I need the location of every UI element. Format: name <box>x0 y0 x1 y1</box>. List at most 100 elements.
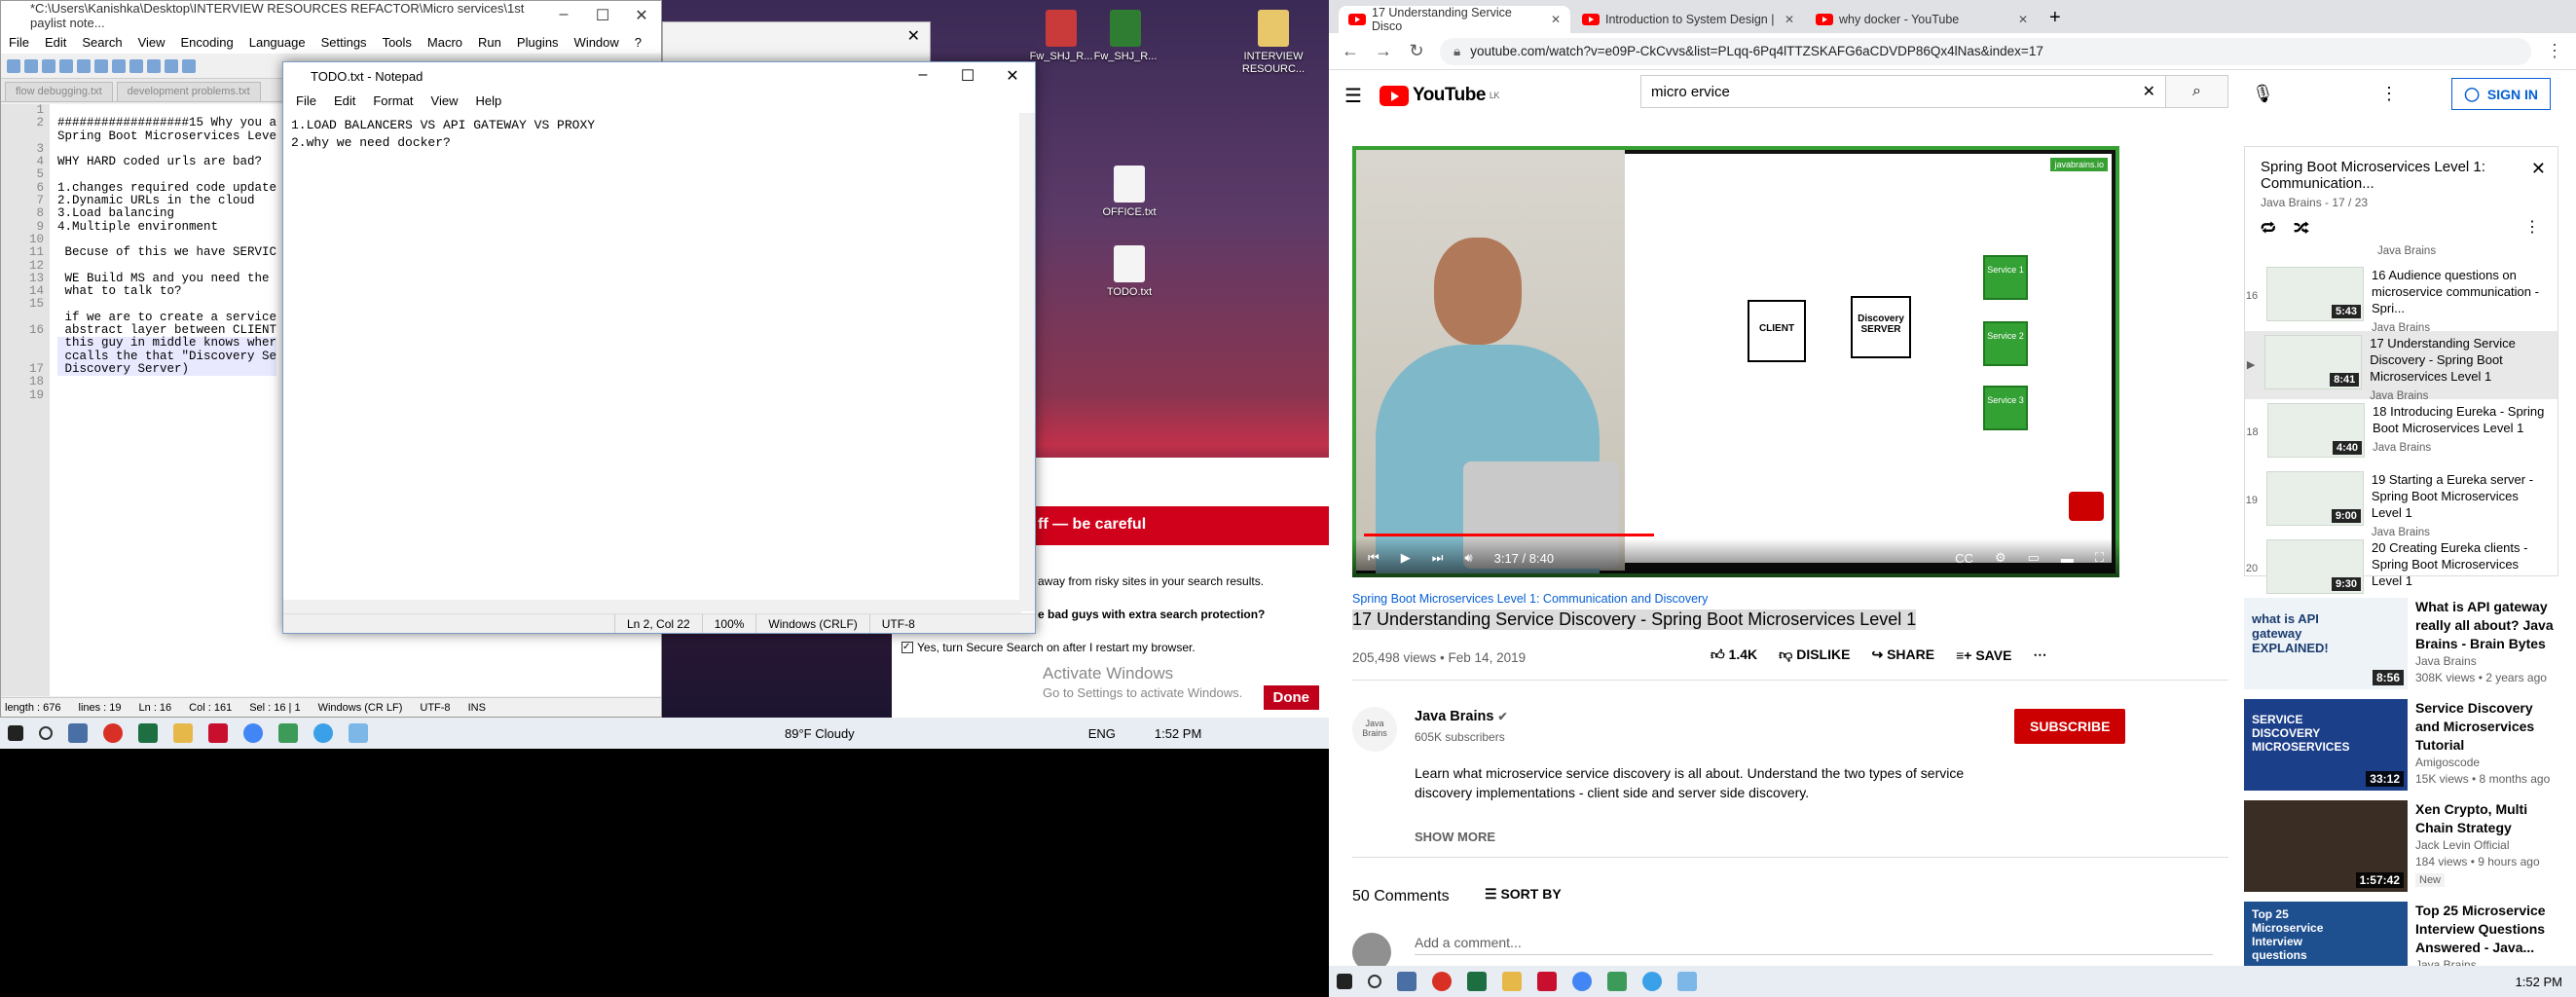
recommended-video[interactable]: SERVICE DISCOVERY MICROSERVICES 33:12 Se… <box>2244 699 2558 791</box>
playlist-title[interactable]: Spring Boot Microservices Level 1: Commu… <box>2261 159 2523 192</box>
new-file-icon[interactable] <box>7 58 20 73</box>
playlist-kebab-icon[interactable]: ⋮ <box>2524 217 2540 240</box>
playlist-link[interactable]: Spring Boot Microservices Level 1: Commu… <box>1352 592 1708 606</box>
close-playlist-icon[interactable]: ✕ <box>2531 159 2546 179</box>
forward-icon[interactable]: → <box>1374 41 1393 61</box>
desktop-icon-interview[interactable]: INTERVIEW RESOURC... <box>1234 10 1312 76</box>
theater-mode-icon[interactable]: ▬ <box>2061 551 2074 566</box>
notepad-taskbar-icon[interactable] <box>1677 972 1697 991</box>
clock[interactable]: 1:52 PM <box>2516 975 2562 989</box>
menu-help[interactable]: ? <box>627 35 649 50</box>
like-button[interactable]: 👍︎ 1.4K <box>1711 646 1757 663</box>
menu-settings[interactable]: Settings <box>313 35 375 50</box>
redo-icon[interactable] <box>182 58 196 73</box>
cut-icon[interactable] <box>112 58 126 73</box>
notepad-text-area[interactable]: 1.LOAD BALANCERS VS API GATEWAY VS PROXY… <box>285 113 1019 600</box>
fullscreen-icon[interactable]: ⛶ <box>2095 550 2104 566</box>
playlist-item[interactable]: 20 9:30 20 Creating Eureka clients - Spr… <box>2245 535 2558 604</box>
menu-tools[interactable]: Tools <box>375 35 420 50</box>
chrome-icon[interactable] <box>243 723 263 743</box>
opera-icon[interactable] <box>1432 972 1452 991</box>
back-icon[interactable]: ← <box>1341 41 1360 61</box>
playlist-item[interactable]: 16 5:43 16 Audience questions on microse… <box>2245 263 2558 334</box>
share-button[interactable]: ↪ SHARE <box>1871 646 1934 663</box>
menu-edit[interactable]: Edit <box>37 35 74 50</box>
task-view-icon[interactable] <box>1397 972 1417 991</box>
recommended-video[interactable]: what is API gateway EXPLAINED! 8:56 What… <box>2244 598 2558 689</box>
settings-kebab-icon[interactable]: ⋮ <box>2380 84 2398 104</box>
show-more-button[interactable]: SHOW MORE <box>1415 830 1495 844</box>
file-explorer-icon[interactable] <box>1502 972 1522 991</box>
menu-file[interactable]: File <box>287 93 325 108</box>
excel-icon[interactable] <box>1467 972 1487 991</box>
desktop-icon-office[interactable]: OFFICE.txt <box>1090 166 1168 219</box>
volume-icon[interactable]: 🔊︎ <box>1464 550 1472 566</box>
menu-kebab-icon[interactable]: ⋮ <box>2545 41 2564 61</box>
add-comment-input[interactable]: Add a comment... <box>1415 935 2213 955</box>
browser-tab-active[interactable]: 17 Understanding Service Disco ✕ <box>1339 6 1570 33</box>
close-icon[interactable]: ✕ <box>907 26 920 46</box>
secure-search-checkbox[interactable]: ✓ Yes, turn Secure Search on after I res… <box>902 641 1196 654</box>
search-input[interactable]: micro ervice ✕ <box>1640 75 2166 108</box>
url-field[interactable]: 🔒︎ youtube.com/watch?v=e09P-CkCvvs&list=… <box>1440 37 2531 65</box>
clock[interactable]: 1:52 PM <box>1155 726 1201 741</box>
video-player[interactable]: javabrains.io CLIENT Discovery SERVER Se… <box>1352 146 2119 577</box>
miniplayer-icon[interactable]: ▭ <box>2028 550 2040 566</box>
close-icon[interactable]: ✕ <box>622 6 661 25</box>
print-icon[interactable] <box>94 58 108 73</box>
dislike-button[interactable]: 👎︎ DISLIKE <box>1779 646 1850 663</box>
menu-language[interactable]: Language <box>241 35 313 50</box>
paste-icon[interactable] <box>147 58 161 73</box>
settings-gear-icon[interactable]: ⚙ <box>1995 550 2006 566</box>
search-button[interactable]: ⌕ <box>2166 75 2228 108</box>
hamburger-menu-icon[interactable]: ☰ <box>1344 84 1362 108</box>
menu-view[interactable]: View <box>423 93 467 108</box>
channel-avatar[interactable]: Java Brains <box>1352 707 1397 752</box>
minimize-icon[interactable]: – <box>544 6 583 25</box>
menu-view[interactable]: View <box>130 35 173 50</box>
sort-by-button[interactable]: ☰ SORT BY <box>1485 886 1562 903</box>
shield-app-icon[interactable] <box>208 723 228 743</box>
excel-icon[interactable] <box>138 723 158 743</box>
undo-icon[interactable] <box>165 58 178 73</box>
playlist-item[interactable]: 18 4:40 18 Introducing Eureka - Spring B… <box>2245 399 2558 467</box>
chrome-icon[interactable] <box>1572 972 1592 991</box>
playlist-item[interactable]: 19 9:00 19 Starting a Eureka server - Sp… <box>2245 467 2558 538</box>
next-icon[interactable]: ⏭ <box>1432 550 1444 566</box>
play-icon[interactable]: ▶ <box>1401 550 1411 566</box>
close-tab-icon[interactable]: ✕ <box>2018 13 2028 26</box>
background-window[interactable]: ✕ <box>662 21 931 64</box>
task-view-icon[interactable] <box>68 723 88 743</box>
menu-macro[interactable]: Macro <box>420 35 470 50</box>
file-explorer-icon[interactable] <box>173 723 193 743</box>
menu-encoding[interactable]: Encoding <box>173 35 241 50</box>
new-tab-icon[interactable]: + <box>2040 7 2071 33</box>
save-button[interactable]: ≡+ SAVE <box>1956 647 2011 663</box>
open-file-icon[interactable] <box>24 58 38 73</box>
menu-plugins[interactable]: Plugins <box>509 35 567 50</box>
progress-bar[interactable] <box>1364 534 2108 536</box>
vertical-scrollbar[interactable] <box>1019 113 1035 611</box>
chrome-profile-icon[interactable] <box>313 723 333 743</box>
clear-search-icon[interactable]: ✕ <box>2143 82 2155 101</box>
recommended-video[interactable]: Top 25 Microservice Interview questions … <box>2244 902 2558 974</box>
done-button[interactable]: Done <box>1263 685 1319 710</box>
captions-icon[interactable]: CC <box>1955 551 1973 566</box>
reload-icon[interactable]: ↻ <box>1407 41 1426 61</box>
browser-tab[interactable]: Introduction to System Design | ✕ <box>1572 6 1804 33</box>
more-actions-icon[interactable]: ⋯ <box>2033 646 2046 663</box>
close-file-icon[interactable] <box>77 58 91 73</box>
copy-icon[interactable] <box>129 58 143 73</box>
menu-format[interactable]: Format <box>364 93 422 108</box>
search-icon[interactable] <box>39 726 53 740</box>
windows-start-icon[interactable] <box>8 725 23 741</box>
channel-name[interactable]: Java Brains ✔ <box>1415 709 1508 724</box>
notepad-taskbar-icon[interactable] <box>349 723 368 743</box>
shield-app-icon[interactable] <box>1537 972 1557 991</box>
loop-icon[interactable]: 🔁︎ <box>2261 217 2276 240</box>
previous-icon[interactable]: ⏮ <box>1368 550 1380 566</box>
opera-icon[interactable] <box>103 723 123 743</box>
menu-run[interactable]: Run <box>470 35 509 50</box>
tab-development-problems[interactable]: development problems.txt <box>116 82 261 101</box>
close-icon[interactable]: ✕ <box>990 66 1035 86</box>
